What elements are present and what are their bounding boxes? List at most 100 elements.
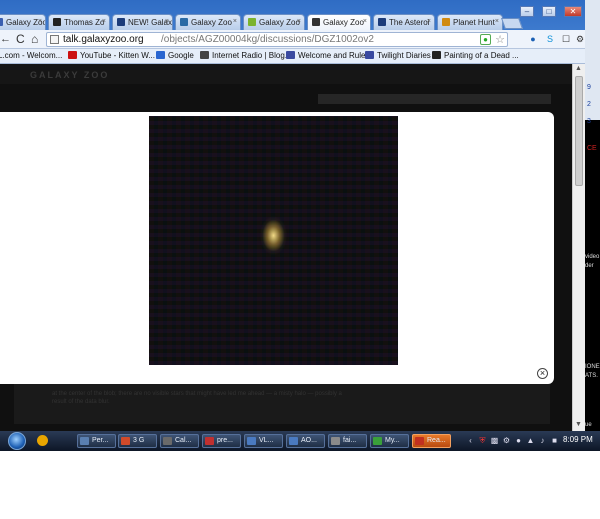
tab-close-icon[interactable]: × xyxy=(165,18,169,25)
talk-icon xyxy=(312,18,320,26)
bookmark-icon xyxy=(286,51,295,59)
site-header: GALAXY ZOO xyxy=(0,64,572,84)
volume-icon[interactable]: ♪ xyxy=(538,435,547,446)
back-button[interactable]: ← xyxy=(0,33,11,45)
taskbar-item[interactable]: 3 G xyxy=(118,434,157,448)
taskbar-item[interactable]: Per... xyxy=(77,434,116,448)
taskbar-item[interactable]: My... xyxy=(370,434,409,448)
network-icon[interactable]: ▩ xyxy=(490,435,499,446)
bookmark-icon xyxy=(200,51,209,59)
background-window: 9 2 3 CE video der IONE ATS. ue xyxy=(585,0,600,431)
tab[interactable]: Galaxy Zoo × xyxy=(243,14,305,30)
tab-close-icon[interactable]: × xyxy=(363,18,367,25)
background-item: 9 xyxy=(587,84,591,91)
scroll-thumb[interactable] xyxy=(575,76,583,186)
my-icon xyxy=(53,18,61,26)
search-bar[interactable] xyxy=(318,94,551,104)
tab-close-icon[interactable]: × xyxy=(495,18,499,25)
scroll-up-icon[interactable]: ▲ xyxy=(575,65,582,72)
bookmark-icon xyxy=(365,51,374,59)
tray-app-icon[interactable]: ■ xyxy=(550,435,559,446)
bookmark-item[interactable]: Painting of a Dead ... xyxy=(432,51,519,60)
tab[interactable]: The Asteroi × xyxy=(373,14,435,30)
app-icon xyxy=(121,437,130,445)
app-icon xyxy=(289,437,298,445)
security-icon[interactable]: ⛨ xyxy=(478,435,487,446)
vertical-scrollbar[interactable]: ▲ ▼ xyxy=(572,64,585,431)
bookmark-item[interactable]: YouTube - Kitten W... xyxy=(68,51,155,60)
taskbar-label: AO... xyxy=(301,437,317,444)
tab[interactable]: Galaxy Zoo × xyxy=(175,14,241,30)
tray-app-icon[interactable]: ▲ xyxy=(526,435,535,446)
restore-button[interactable]: □ xyxy=(542,6,556,17)
taskbar-label: Per... xyxy=(92,437,109,444)
app-icon xyxy=(205,437,214,445)
tab[interactable]: Planet Hunt × xyxy=(437,14,503,30)
taskbar-item[interactable]: Cal... xyxy=(160,434,199,448)
tab-strip: Galaxy Zoo × Thomas Zo × NEW! Galax × Galaxy Z… xyxy=(0,14,520,31)
bookmark-star-icon[interactable]: ☆ xyxy=(495,33,505,46)
app-icon xyxy=(331,437,340,445)
browser-toolbar: ← C ⌂ talk.galaxyzoo.org /objects/AGZ000… xyxy=(0,30,585,49)
minimize-button[interactable]: – xyxy=(520,6,534,17)
bookmark-item[interactable]: Google xyxy=(156,51,194,60)
tab[interactable]: Thomas Zo × xyxy=(48,14,110,30)
bookmark-item[interactable]: L.com - Welcom... xyxy=(0,51,62,60)
bookmark-label: Painting of a Dead ... xyxy=(444,51,519,60)
comment-text: at the center of the blob; there are no … xyxy=(52,391,342,405)
lightbox-close-button[interactable]: × xyxy=(537,368,548,379)
taskbar-label: 3 G xyxy=(133,437,145,444)
browser-chrome: Galaxy Zoo × Thomas Zo × NEW! Galax × Galaxy Z… xyxy=(0,0,585,64)
quick-launch-icon[interactable] xyxy=(37,435,48,446)
taskbar-item[interactable]: VL... xyxy=(244,434,283,448)
background-text: der xyxy=(585,263,594,269)
background-text: video xyxy=(585,254,600,260)
tab[interactable]: Galaxy Zoo × xyxy=(307,14,371,31)
bird-icon xyxy=(117,18,125,26)
bookmark-label: YouTube - Kitten W... xyxy=(80,51,156,60)
tray-app-icon[interactable]: ⚙ xyxy=(502,435,511,446)
bookmark-item[interactable]: Twilight Diaries xyxy=(365,51,431,60)
tab-close-icon[interactable]: × xyxy=(233,18,237,25)
bookmark-label: Twilight Diaries xyxy=(377,51,431,60)
app-icon xyxy=(247,437,256,445)
page-menu-icon[interactable]: ☐ xyxy=(560,33,572,45)
app-icon xyxy=(80,437,89,445)
tab[interactable]: NEW! Galax × xyxy=(112,14,173,30)
taskbar-label: fai... xyxy=(343,437,357,444)
tab-close-icon[interactable]: × xyxy=(38,18,42,25)
tab-close-icon[interactable]: × xyxy=(427,18,431,25)
home-button[interactable]: ⌂ xyxy=(31,32,38,46)
new-tab-button[interactable] xyxy=(500,18,524,29)
tab-label: Galaxy Zoo xyxy=(191,18,232,27)
extension-icon[interactable]: ● xyxy=(527,33,539,45)
tab-label: Galaxy Zoo xyxy=(323,18,364,27)
skype-icon[interactable]: S xyxy=(544,33,556,45)
taskbar-item[interactable]: pre... xyxy=(202,434,241,448)
bookmark-item[interactable]: Internet Radio | Blog... xyxy=(200,51,291,60)
reload-button[interactable]: C xyxy=(16,32,25,46)
planet-icon xyxy=(442,18,450,26)
rss-icon[interactable]: ● xyxy=(480,34,491,45)
taskbar-item[interactable]: Rea... xyxy=(412,434,451,448)
page-icon xyxy=(50,35,59,44)
tab-close-icon[interactable]: × xyxy=(297,18,301,25)
tray-arrow-icon[interactable]: ‹ xyxy=(466,435,475,446)
green-tile-icon xyxy=(248,18,256,26)
address-bar[interactable]: talk.galaxyzoo.org /objects/AGZ00004kg/d… xyxy=(46,32,508,47)
bookmark-icon xyxy=(432,51,441,59)
wordpress-icon xyxy=(180,18,188,26)
clock[interactable]: 8:09 PM xyxy=(563,435,593,444)
taskbar-item[interactable]: fai... xyxy=(328,434,367,448)
tab-close-icon[interactable]: × xyxy=(102,18,106,25)
tray-app-icon[interactable]: ● xyxy=(514,435,523,446)
bookmark-item[interactable]: Welcome and Rules xyxy=(286,51,369,60)
taskbar-item[interactable]: AO... xyxy=(286,434,325,448)
start-button[interactable] xyxy=(8,432,26,450)
taskbar-label: VL... xyxy=(259,437,274,444)
tab[interactable]: Galaxy Zoo × xyxy=(0,14,46,30)
scroll-down-icon[interactable]: ▼ xyxy=(575,421,582,428)
close-window-button[interactable]: ✕ xyxy=(564,6,582,17)
bookmark-label: L.com - Welcom... xyxy=(0,51,63,60)
bird-icon xyxy=(378,18,386,26)
